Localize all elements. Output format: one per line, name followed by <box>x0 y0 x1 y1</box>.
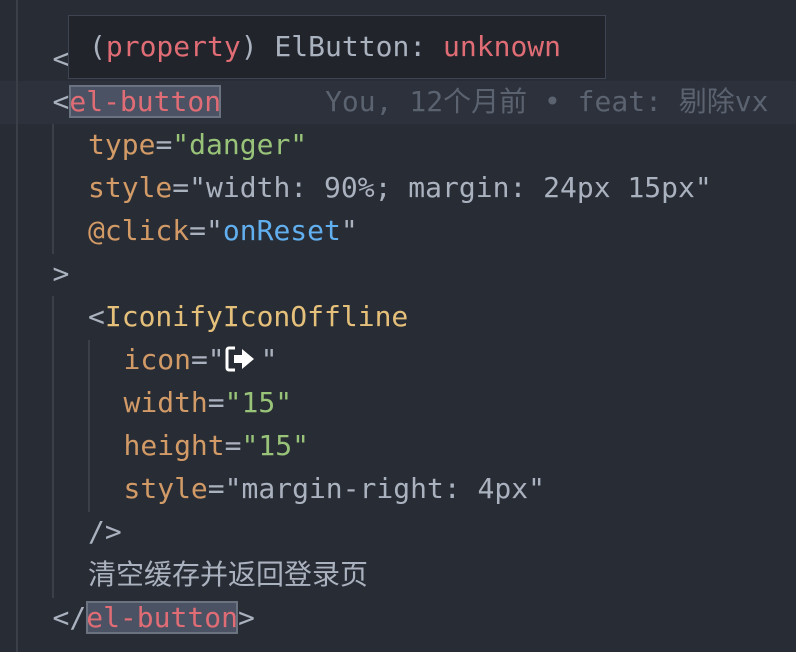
code-token: "width: 90%; margin: 24px 15px" <box>189 171 712 204</box>
code-token: "15" <box>224 386 293 419</box>
code-line[interactable]: icon=" " <box>124 338 278 381</box>
code-token: onReset <box>222 214 341 247</box>
tooltip-type: unknown <box>443 30 562 63</box>
tooltip-paren: ( <box>89 30 106 63</box>
code-line[interactable]: <IconifyIconOffline <box>88 295 408 338</box>
code-token: =" <box>190 343 225 376</box>
code-token: "15" <box>241 429 309 462</box>
code-token: = <box>207 472 225 505</box>
code-token: = <box>224 429 242 462</box>
code-token: </ <box>52 601 87 634</box>
code-token: height <box>123 429 225 462</box>
code-token: "margin-right: 4px" <box>224 472 545 505</box>
code-line[interactable]: > <box>53 252 70 295</box>
code-token: icon <box>123 343 191 376</box>
tooltip-paren: ) <box>240 30 258 63</box>
code-line[interactable]: height="15" <box>124 424 309 467</box>
tooltip-name: ElButton: <box>257 30 444 63</box>
code-line[interactable]: /> <box>88 510 122 553</box>
code-line[interactable]: style="width: 90%; margin: 24px 15px" <box>88 166 712 209</box>
code-token: = <box>189 214 207 247</box>
code-token: "danger" <box>172 128 308 161</box>
code-token: el-button <box>86 601 238 634</box>
code-line[interactable]: <el-button You, 12个月前 • feat: 剔除vx <box>53 80 769 123</box>
code-line[interactable]: style="margin-right: 4px" <box>124 467 545 510</box>
code-line[interactable]: 清空缓存并返回登录页 <box>88 553 368 596</box>
tooltip-keyword: property <box>105 30 241 63</box>
indent-guide <box>16 0 18 652</box>
code-token: width <box>123 386 208 419</box>
indent-guide <box>52 124 54 254</box>
code-line[interactable]: @click="onReset" <box>88 209 358 252</box>
code-token: " <box>340 214 358 247</box>
indent-guide <box>52 296 54 598</box>
code-token: > <box>237 601 255 634</box>
indent-guide <box>88 340 90 512</box>
code-token: @click <box>88 214 190 247</box>
code-token: 清空缓存并返回登录页 <box>88 558 369 591</box>
code-token: style <box>88 171 173 204</box>
code-token: < <box>88 300 105 333</box>
code-token: = <box>207 386 225 419</box>
code-token: " <box>206 214 223 247</box>
code-line[interactable]: < <box>53 37 70 80</box>
code-token: < <box>52 85 70 118</box>
code-token: style <box>123 472 208 505</box>
code-token: " <box>260 343 278 376</box>
hover-tooltip: (property) ElButton: unknown <box>68 15 606 79</box>
code-token: IconifyIconOffline <box>104 300 409 333</box>
code-token: el-button <box>69 85 222 118</box>
sign-in-icon <box>225 343 261 373</box>
code-token: type <box>88 128 156 161</box>
git-blame-annotation: You, 12个月前 • feat: 剔除vx <box>325 85 769 118</box>
code-token: < <box>52 42 70 75</box>
code-token: > <box>52 257 70 290</box>
code-line[interactable]: </el-button> <box>53 596 255 639</box>
code-line[interactable]: width="15" <box>124 381 293 424</box>
code-token: = <box>172 171 190 204</box>
code-token: /> <box>88 515 122 548</box>
code-line[interactable]: type="danger" <box>88 123 307 166</box>
code-token: = <box>155 128 173 161</box>
